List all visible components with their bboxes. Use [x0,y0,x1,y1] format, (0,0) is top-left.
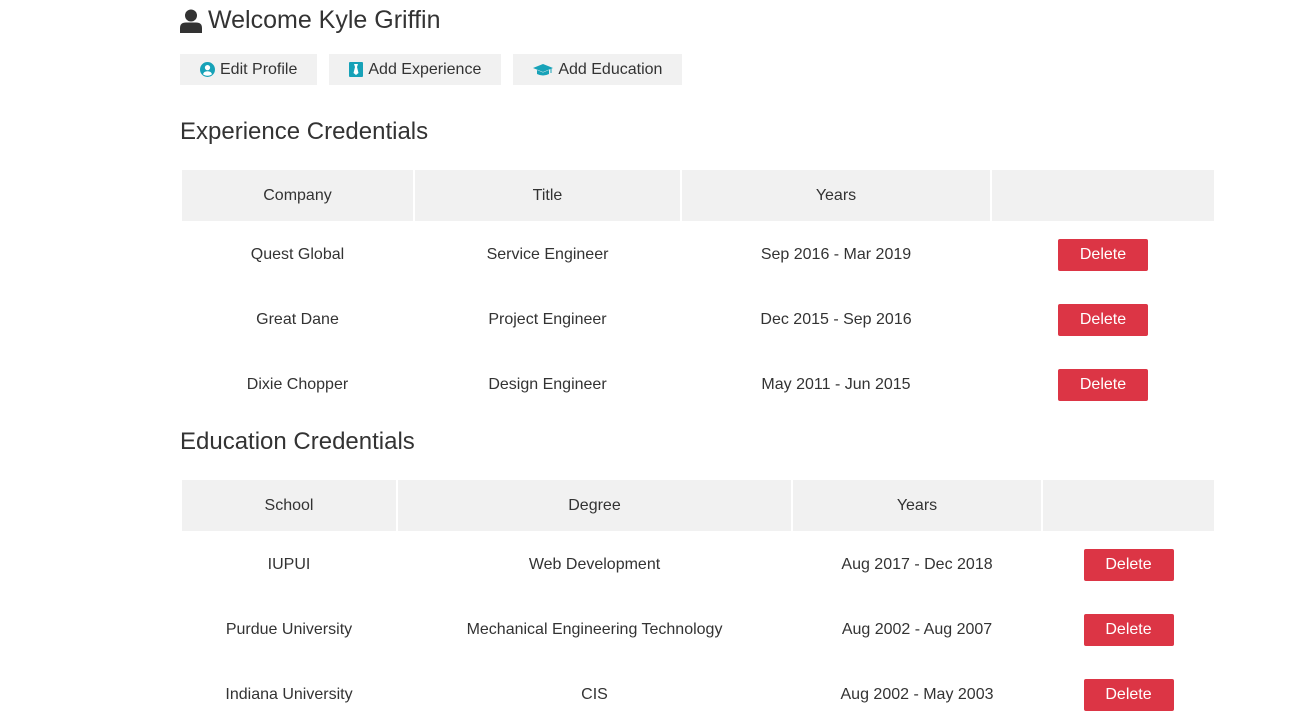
actions-cell: Delete [992,223,1214,286]
years-cell: May 2011 - Jun 2015 [761,375,911,393]
edit-profile-label: Edit Profile [220,60,298,78]
delete-experience-button[interactable]: Delete [1058,238,1148,271]
user-icon [180,9,202,33]
degree-cell: CIS [581,685,608,703]
title-cell: Design Engineer [488,375,607,393]
actions-cell: Delete [992,288,1214,351]
table-row: Great Dane Project Engineer Dec 2015 - S… [182,288,1214,351]
delete-experience-button[interactable]: Delete [1058,303,1148,336]
actions-cell: Delete [1043,663,1214,726]
column-header-actions [992,170,1214,221]
black-tie-icon [349,62,364,77]
delete-education-button[interactable]: Delete [1083,548,1174,581]
graduation-cap-icon [533,63,554,77]
welcome-heading: Welcome Kyle Griffin [180,6,440,35]
edit-profile-button[interactable]: Edit Profile [180,54,318,85]
school-cell: Purdue University [225,620,353,638]
years-cell: Aug 2002 - Aug 2007 [841,620,993,638]
column-header-title: Title [415,170,680,221]
degree-cell: Mechanical Engineering Technology [466,620,723,638]
column-header-company: Company [182,170,413,221]
add-education-label: Add Education [558,60,663,78]
company-cell: Quest Global [250,245,345,263]
add-education-button[interactable]: Add Education [513,54,683,85]
column-header-school: School [182,480,396,531]
table-row: Quest Global Service Engineer Sep 2016 -… [182,223,1214,286]
years-cell: Aug 2002 - May 2003 [840,685,994,703]
table-row: Dixie Chopper Design Engineer May 2011 -… [182,353,1214,416]
years-cell: Aug 2017 - Dec 2018 [841,555,993,573]
table-header-row: Company Title Years [182,170,1214,221]
education-table: School Degree Years IUPUI Web Developmen… [180,478,1216,728]
actions-cell: Delete [992,353,1214,416]
title-cell: Project Engineer [488,310,607,328]
add-experience-label: Add Experience [368,60,482,78]
add-experience-button[interactable]: Add Experience [329,54,502,85]
company-cell: Great Dane [256,310,339,328]
school-cell: IUPUI [267,555,311,573]
degree-cell: Web Development [528,555,661,573]
delete-education-button[interactable]: Delete [1083,613,1174,646]
actions-cell: Delete [1043,598,1214,661]
welcome-text: Welcome Kyle Griffin [208,6,441,34]
table-header-row: School Degree Years [182,480,1214,531]
experience-title: Experience Credentials [180,118,429,145]
school-cell: Indiana University [225,685,353,703]
experience-table: Company Title Years Quest Global Service… [180,168,1216,418]
delete-education-button[interactable]: Delete [1083,678,1174,711]
company-cell: Dixie Chopper [246,375,349,393]
table-row: Indiana University CIS Aug 2002 - May 20… [182,663,1214,726]
dashboard-actions: Edit Profile Add Experience Add Educatio… [180,54,694,85]
years-cell: Dec 2015 - Sep 2016 [760,310,912,328]
education-title: Education Credentials [180,428,415,455]
column-header-degree: Degree [398,480,791,531]
actions-cell: Delete [1043,533,1214,596]
delete-experience-button[interactable]: Delete [1058,368,1148,401]
table-row: IUPUI Web Development Aug 2017 - Dec 201… [182,533,1214,596]
column-header-years: Years [793,480,1041,531]
table-row: Purdue University Mechanical Engineering… [182,598,1214,661]
user-circle-icon [200,62,215,77]
title-cell: Service Engineer [486,245,609,263]
column-header-actions [1043,480,1214,531]
column-header-years: Years [682,170,990,221]
years-cell: Sep 2016 - Mar 2019 [760,245,912,263]
